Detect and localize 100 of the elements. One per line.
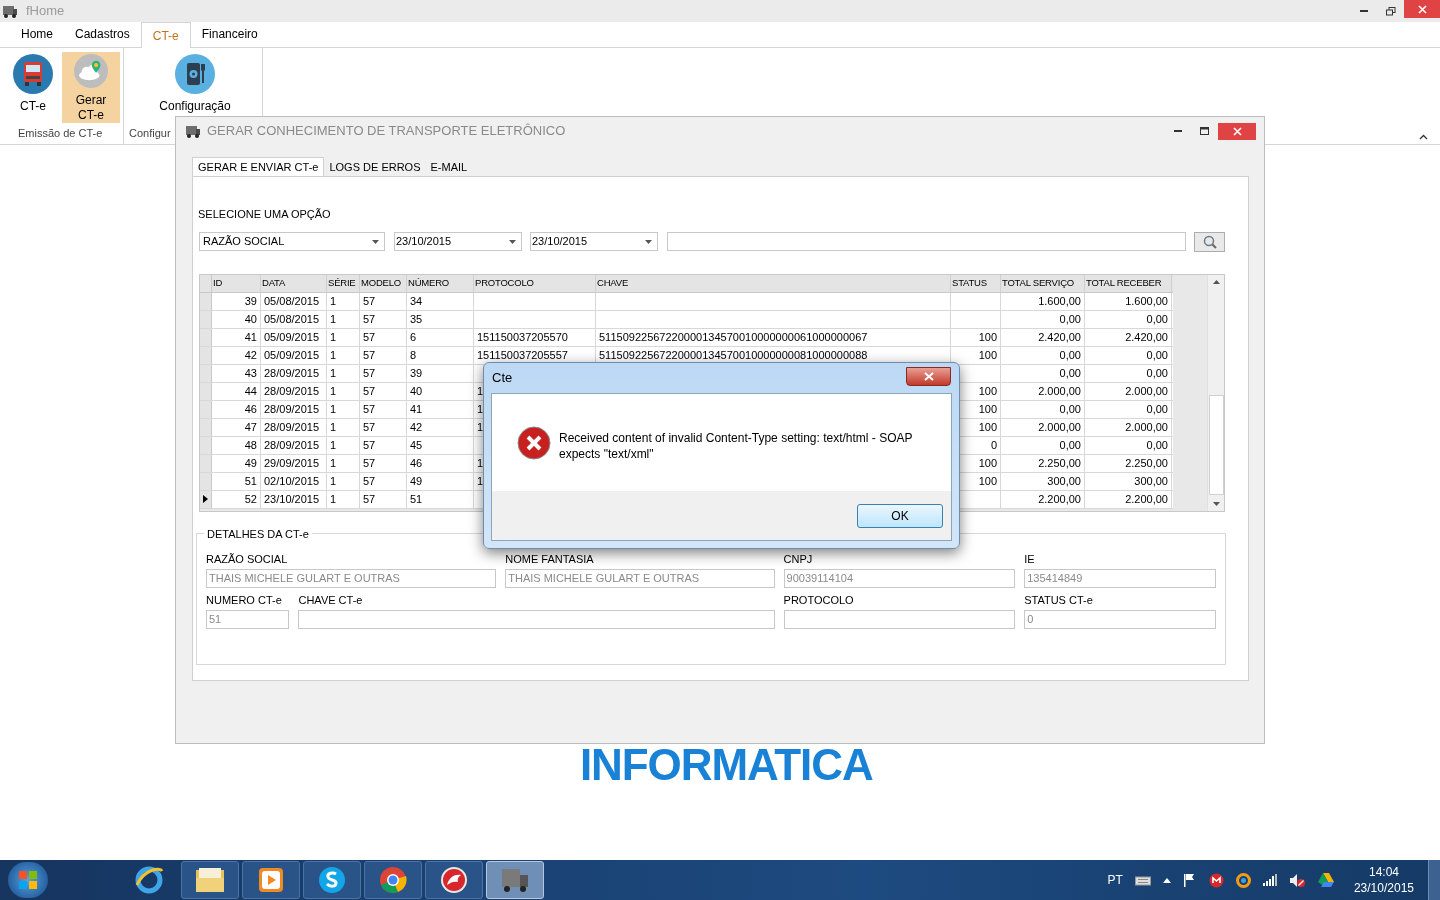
table-cell-text: 1	[477, 401, 484, 417]
column-header[interactable]: TOTAL RECEBER	[1085, 274, 1172, 292]
table-cell-text: 1	[330, 401, 337, 417]
caret-icon	[645, 239, 652, 244]
ribbon-group-label: Configur	[129, 125, 171, 141]
keyboard-icon[interactable]	[1134, 874, 1151, 886]
scroll-down-icon[interactable]	[1212, 501, 1220, 506]
table-cell-text: 1	[330, 347, 337, 363]
table-cell-text: 0,00	[1059, 311, 1081, 327]
table-cell-text: 1.600,00	[1125, 293, 1168, 309]
table-cell-text: 05/08/2015	[264, 311, 320, 327]
drive-icon[interactable]	[1317, 873, 1334, 887]
ribbon-tab[interactable]: CT-e	[140, 22, 191, 48]
dialog-title: Cte	[492, 369, 513, 388]
start-button[interactable]	[8, 862, 48, 898]
table-cell-text: 100	[978, 473, 997, 489]
taskbar-app-button[interactable]	[364, 861, 422, 899]
column-header[interactable]: SÉRIE	[327, 274, 360, 292]
table-cell-text: 100	[978, 329, 997, 345]
ribbon-button[interactable]: CT-e	[8, 52, 58, 123]
table-cell-text: 8	[410, 347, 417, 363]
tab[interactable]: E-MAIL	[425, 158, 473, 176]
text-field[interactable]: THAIS MICHELE GULART E OUTRAS	[206, 568, 497, 588]
taskbar-app-button[interactable]	[242, 861, 300, 899]
column-header[interactable]: STATUS	[951, 274, 1001, 292]
taskbar-app-button[interactable]	[181, 861, 239, 899]
taskbar-app-button[interactable]	[486, 861, 544, 899]
table-cell-text: 40	[244, 311, 257, 327]
text-field[interactable]: 51	[206, 609, 290, 629]
collapse-ribbon-icon[interactable]	[1419, 134, 1428, 140]
date-picker[interactable]: 23/10/2015	[530, 232, 658, 251]
table-cell-text: 100	[978, 401, 997, 417]
table-cell-text: 28/09/2015	[264, 401, 320, 417]
signal-icon[interactable]	[1262, 874, 1277, 886]
table-cell-text: 151150037205557	[477, 347, 568, 363]
column-header[interactable]: DATA	[261, 274, 327, 292]
column-header[interactable]: TOTAL SERVIÇO	[1001, 274, 1085, 292]
cloud-pin-icon	[71, 54, 111, 88]
table-cell-text: 1	[330, 437, 337, 453]
taskbar-app-button[interactable]	[425, 861, 483, 899]
text-field[interactable]: 90039114104	[783, 568, 1016, 588]
column-header[interactable]: PROTOCOLO	[474, 274, 596, 292]
close-button[interactable]	[906, 366, 951, 386]
bird-icon	[439, 865, 469, 895]
text-field[interactable]	[783, 609, 1016, 629]
table-cell-text: 34	[410, 293, 423, 309]
table-cell-text: 0,00	[1146, 311, 1168, 327]
ribbon-button[interactable]: Configuração	[150, 52, 240, 114]
date-picker[interactable]: 23/10/2015	[394, 232, 522, 251]
table-cell-text: 2.420,00	[1125, 329, 1168, 345]
app-logo-icon	[2, 3, 18, 19]
tab[interactable]: LOGS DE ERROS	[324, 158, 426, 176]
error-icon	[517, 425, 551, 460]
language-indicator[interactable]: PT	[1107, 871, 1123, 889]
table-cell-text: 52	[244, 491, 257, 507]
cloud-storage-icon[interactable]	[1208, 872, 1224, 888]
ribbon-tab[interactable]: Cadastros	[64, 21, 141, 47]
ok-button[interactable]: OK	[857, 503, 943, 528]
text-field[interactable]: THAIS MICHELE GULART E OUTRAS	[505, 568, 775, 588]
table-cell-text: 49	[410, 473, 423, 489]
scroll-up-icon[interactable]	[1212, 279, 1220, 284]
taskbar-app-button[interactable]	[303, 861, 361, 899]
current-row-icon	[203, 495, 208, 503]
table-cell-text: 51150922567220000134570010000000081000000088	[599, 347, 868, 363]
table-cell-text: 2.250,00	[1125, 455, 1168, 471]
table-cell-text: 39	[244, 293, 257, 309]
table-cell-text: 51	[244, 473, 257, 489]
ribbon-button[interactable]: Gerar CT-e	[62, 52, 120, 123]
search-icon	[1202, 234, 1217, 249]
volume-muted-icon[interactable]	[1288, 872, 1306, 888]
column-header[interactable]: NÚMERO	[407, 274, 474, 292]
text-field[interactable]	[298, 609, 775, 629]
search-field[interactable]	[667, 232, 1186, 251]
column-header[interactable]: CHAVE	[596, 274, 951, 292]
column-header[interactable]: MODELO	[360, 274, 407, 292]
flag-icon[interactable]	[1182, 873, 1197, 887]
clock[interactable]: 14:04 23/10/2015	[1353, 864, 1414, 896]
table-cell-text: 2.420,00	[1038, 329, 1081, 345]
ring-icon[interactable]	[1235, 872, 1251, 888]
table-cell-text: 02/10/2015	[264, 473, 320, 489]
table-cell-text: 57	[363, 293, 376, 309]
show-hidden-icons-icon[interactable]	[1162, 877, 1171, 883]
table-cell-text: 41	[410, 401, 423, 417]
tab[interactable]: GERAR E ENVIAR CT-e	[192, 157, 325, 177]
scrollbar[interactable]	[1207, 274, 1224, 511]
table-cell-text: 39	[410, 365, 423, 381]
close-icon	[923, 371, 934, 381]
close-button[interactable]	[1218, 122, 1256, 140]
ribbon-tab[interactable]: Home	[10, 21, 64, 47]
folder-icon	[194, 866, 226, 894]
ribbon-tab[interactable]: Financeiro	[190, 21, 269, 47]
search-button[interactable]	[1194, 231, 1225, 252]
window-title: GERAR CONHECIMENTO DE TRANSPORTE ELETRÔNICO	[207, 122, 566, 141]
type-dropdown[interactable]: RAZÃO SOCIAL	[199, 232, 385, 251]
error-message: Received content of invalid Content-Type setting: text/html - SOAP expects "text/xml"	[559, 429, 914, 462]
column-header[interactable]: ID	[212, 274, 261, 292]
table-cell-text: 1	[330, 455, 337, 471]
table-cell-text: 28/09/2015	[264, 383, 320, 399]
text-field[interactable]: 135414849	[1024, 568, 1216, 588]
text-field[interactable]: 0	[1024, 609, 1216, 629]
